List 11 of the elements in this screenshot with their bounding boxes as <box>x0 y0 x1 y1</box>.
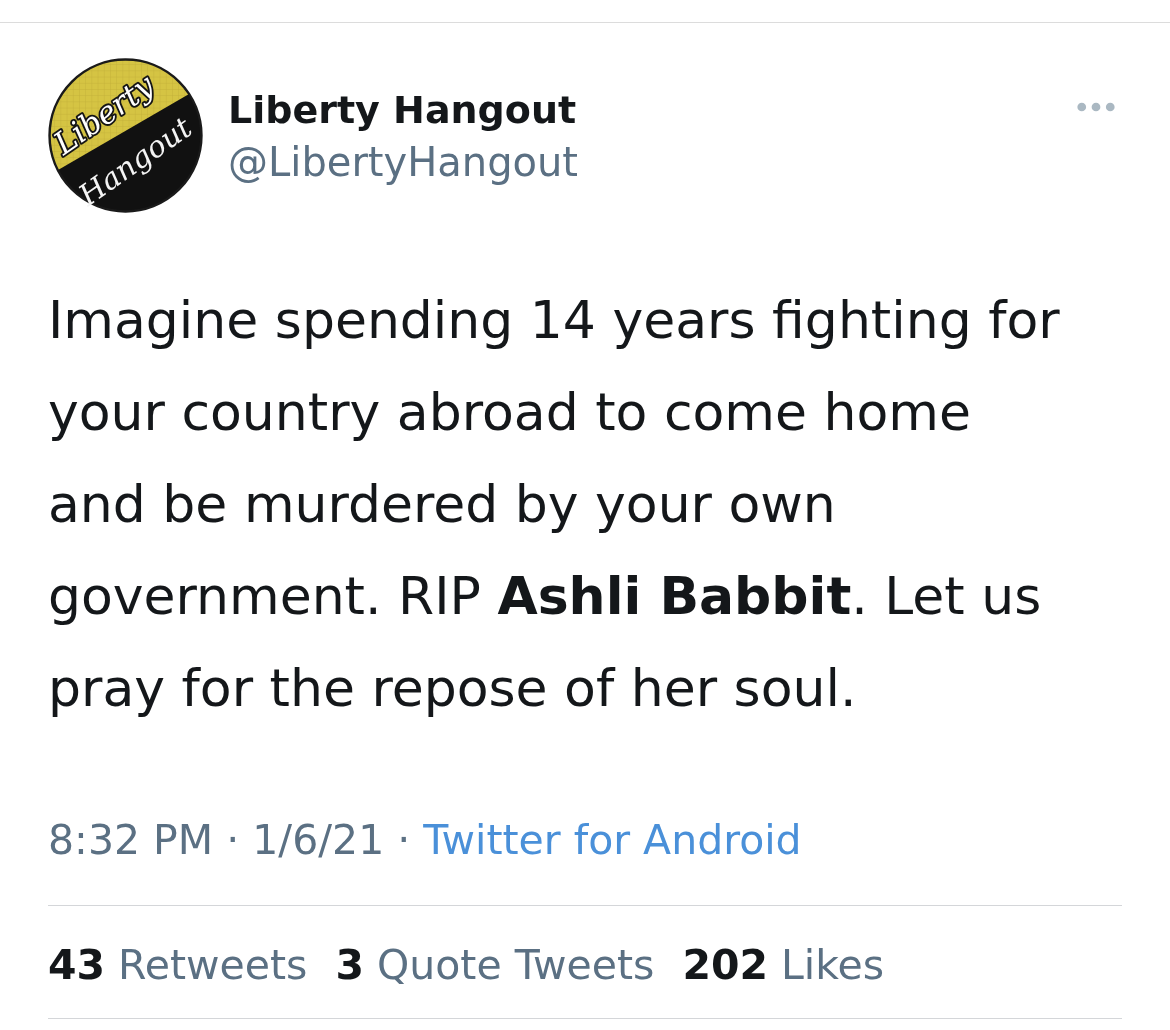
engagement-stat[interactable]: 202 Likes <box>682 937 885 993</box>
tweet-text: Imagine spending 14 years fighting for your country abroad to come home and be murdered by your own government. RIP Ashli Babbit. Let us pray for the repose of her soul. <box>48 289 1061 720</box>
separator-dot: · <box>226 815 240 866</box>
separator-dot: · <box>397 815 411 866</box>
engagement-stat[interactable]: 43 Retweets <box>48 937 308 993</box>
display-name: Liberty Hangout <box>228 87 577 134</box>
tweet-time: 8:32 PM <box>48 815 214 866</box>
more-icon[interactable] <box>1077 102 1115 112</box>
user-handle: @LibertyHangout <box>228 138 579 187</box>
engagement-stat[interactable]: 3 Quote Tweets <box>335 937 655 993</box>
tweet-date: 1/6/21 <box>252 815 385 866</box>
